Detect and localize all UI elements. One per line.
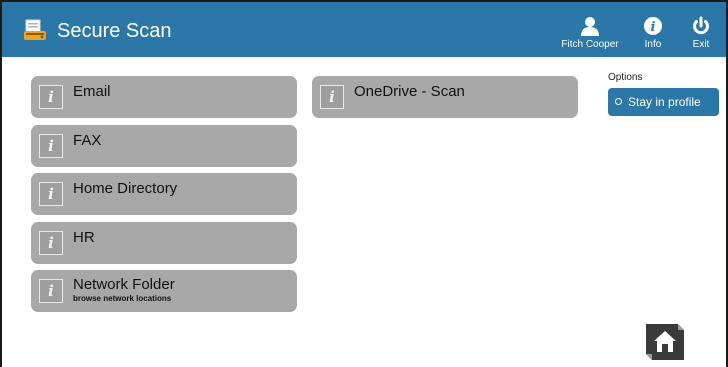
button-label: HR xyxy=(73,229,95,246)
info-button-icon[interactable]: i xyxy=(39,231,63,255)
radio-icon xyxy=(615,98,622,105)
hr-button[interactable]: i HR xyxy=(31,222,297,264)
fax-button[interactable]: i FAX xyxy=(31,125,297,167)
power-icon xyxy=(693,16,709,35)
user-icon xyxy=(581,17,599,36)
network-folder-button[interactable]: i Network Folder browse network location… xyxy=(31,270,297,312)
info-button[interactable]: i Info xyxy=(638,16,668,50)
button-label: Home Directory xyxy=(73,180,178,197)
header-bar: Secure Scan Fitch Cooper i Info Exit xyxy=(2,2,726,57)
email-button[interactable]: i Email xyxy=(31,76,297,118)
stay-in-profile-label: Stay in profile xyxy=(628,95,701,109)
app-title: Secure Scan xyxy=(57,20,172,42)
info-button-icon[interactable]: i xyxy=(39,182,63,206)
button-label: Network Folder xyxy=(73,276,175,293)
options-heading: Options xyxy=(608,72,643,83)
user-label: Fitch Cooper xyxy=(561,39,619,50)
info-button-icon[interactable]: i xyxy=(39,85,63,109)
info-button-icon[interactable]: i xyxy=(320,85,344,109)
exit-label: Exit xyxy=(692,39,710,50)
home-button[interactable] xyxy=(644,322,686,362)
button-label: FAX xyxy=(73,132,102,149)
user-button[interactable]: Fitch Cooper xyxy=(558,16,622,50)
svg-text:i: i xyxy=(651,20,656,35)
stay-in-profile-toggle[interactable]: Stay in profile xyxy=(608,88,719,116)
button-label: Email xyxy=(73,83,111,100)
info-icon: i xyxy=(644,17,662,35)
exit-button[interactable]: Exit xyxy=(686,16,716,50)
info-label: Info xyxy=(644,39,662,50)
home-directory-button[interactable]: i Home Directory xyxy=(31,173,297,215)
info-button-icon[interactable]: i xyxy=(39,134,63,158)
button-sublabel: browse network locations xyxy=(73,294,172,303)
info-button-icon[interactable]: i xyxy=(39,279,63,303)
onedrive-scan-button[interactable]: i OneDrive - Scan xyxy=(312,76,578,118)
button-label: OneDrive - Scan xyxy=(354,83,465,100)
scanner-icon xyxy=(24,19,46,40)
